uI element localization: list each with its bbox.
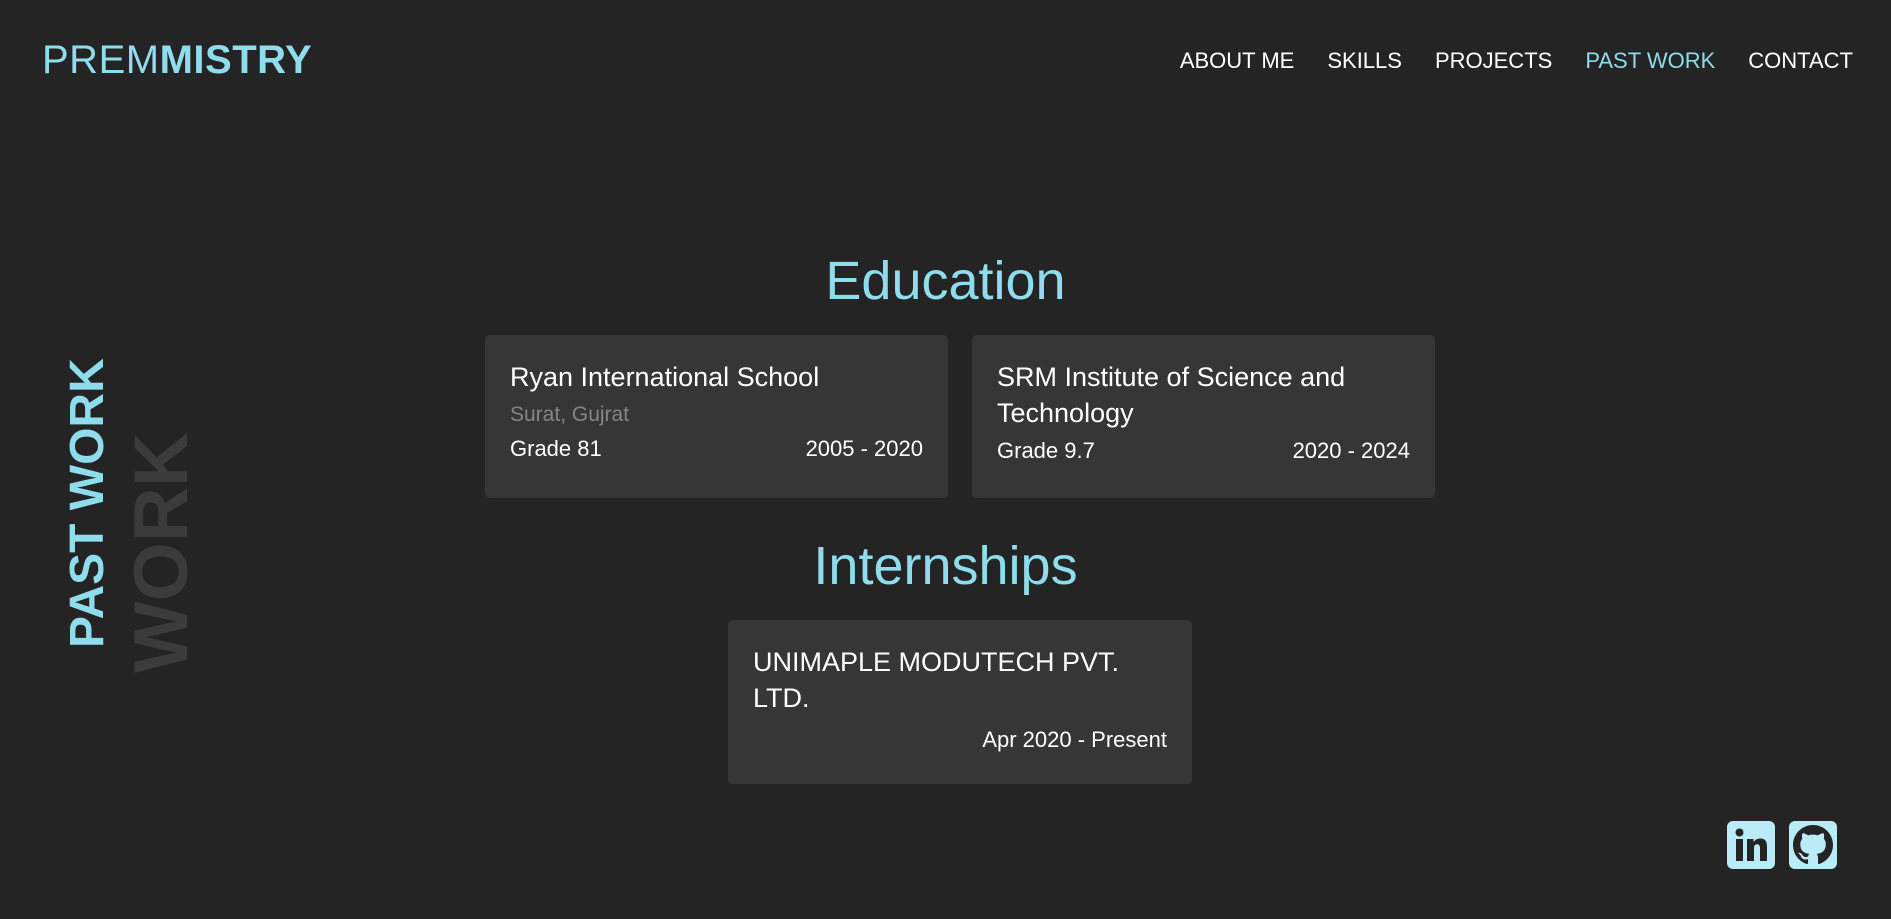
linkedin-icon bbox=[1735, 828, 1767, 861]
education-years: 2020 - 2024 bbox=[1292, 438, 1410, 463]
linkedin-link[interactable] bbox=[1727, 821, 1775, 869]
education-heading: Education bbox=[825, 251, 1066, 311]
education-grade: Grade 9.7 bbox=[997, 438, 1095, 463]
logo-last-name: MISTRY bbox=[159, 38, 313, 82]
nav-skills[interactable]: SKILLS bbox=[1327, 47, 1402, 75]
education-years: 2005 - 2020 bbox=[805, 436, 923, 461]
github-link[interactable] bbox=[1789, 821, 1837, 869]
education-card: Ryan International School Surat, Gujrat … bbox=[485, 335, 948, 498]
education-card: SRM Institute of Science and Technology … bbox=[972, 335, 1435, 498]
company-name: UNIMAPLE MODUTECH PVT. LTD. bbox=[753, 647, 1120, 713]
social-links bbox=[1727, 821, 1837, 869]
nav-projects[interactable]: PROJECTS bbox=[1435, 47, 1552, 75]
internship-details: Apr 2020 - Present bbox=[753, 726, 1167, 754]
logo-first-name: PREM bbox=[42, 38, 160, 82]
site-logo[interactable]: PREMMISTRY bbox=[42, 36, 312, 84]
nav-past-work[interactable]: PAST WORK bbox=[1585, 47, 1715, 75]
nav-about-me[interactable]: ABOUT ME bbox=[1180, 47, 1295, 75]
school-location: Surat, Gujrat bbox=[510, 403, 630, 426]
side-section-title: PAST WORK bbox=[61, 358, 114, 648]
internships-heading: Internships bbox=[813, 536, 1078, 596]
internship-card: UNIMAPLE MODUTECH PVT. LTD. Apr 2020 - P… bbox=[728, 620, 1192, 784]
nav-contact[interactable]: CONTACT bbox=[1748, 47, 1853, 75]
internship-period: Apr 2020 - Present bbox=[982, 727, 1167, 752]
main-nav: ABOUT ME SKILLS PROJECTS PAST WORK CONTA… bbox=[1180, 47, 1853, 75]
school-name: Ryan International School bbox=[510, 362, 820, 392]
education-grade: Grade 81 bbox=[510, 436, 602, 461]
school-name: SRM Institute of Science and Technology bbox=[997, 362, 1346, 428]
github-icon bbox=[1793, 825, 1833, 865]
portfolio-page: PREMMISTRY ABOUT ME SKILLS PROJECTS PAST… bbox=[0, 0, 1891, 919]
education-details: Grade 81 2005 - 2020 bbox=[510, 435, 923, 463]
education-details: Grade 9.7 2020 - 2024 bbox=[997, 437, 1410, 465]
